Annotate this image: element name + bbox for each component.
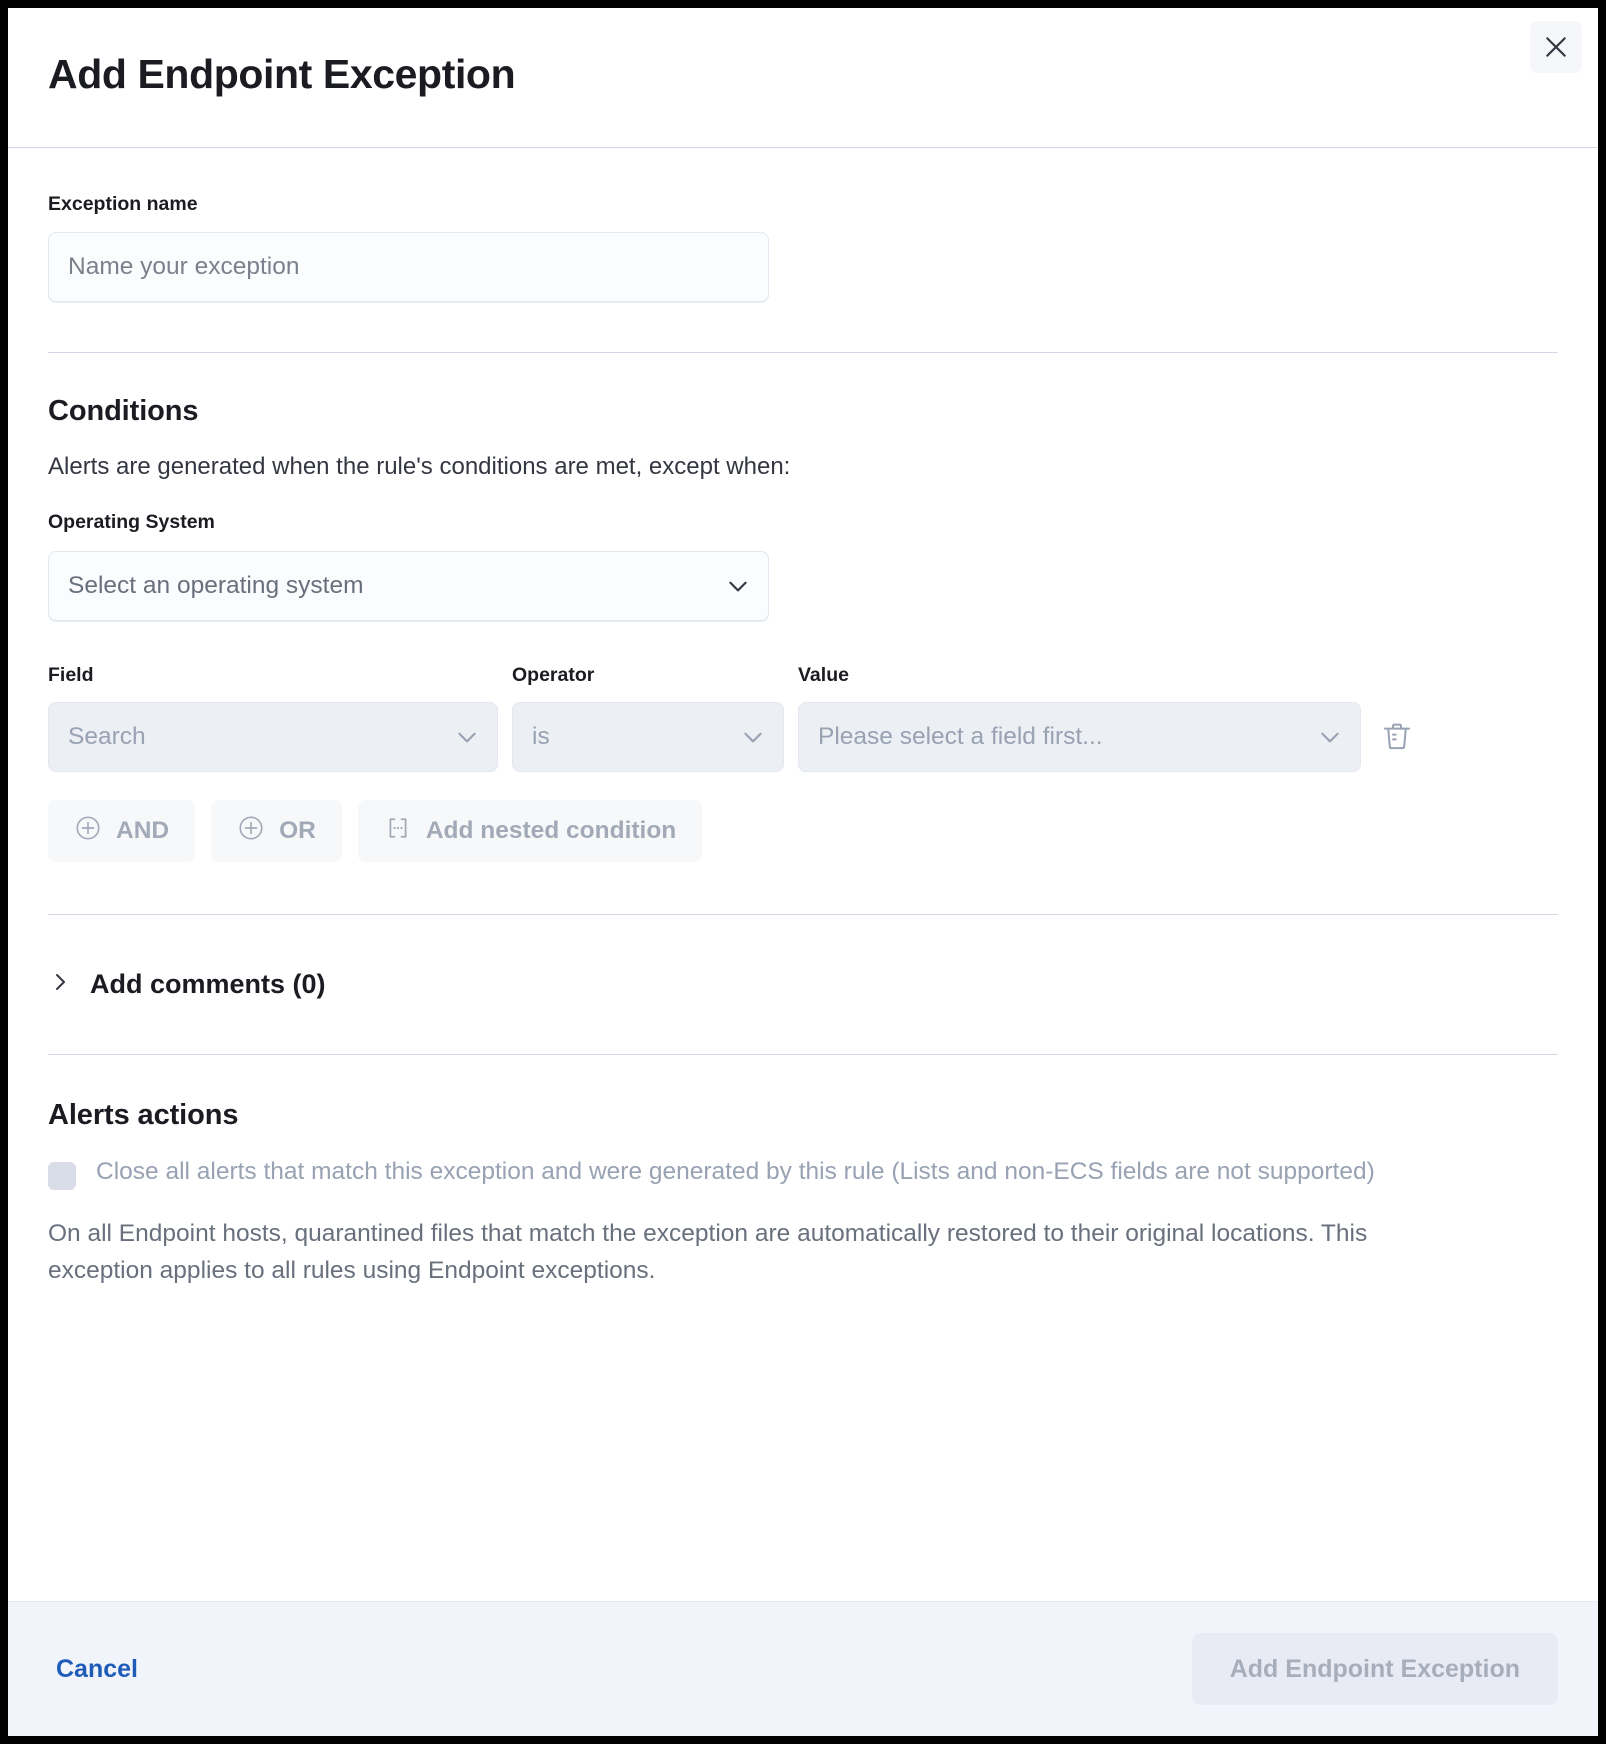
condition-value-cell: Please select a field first...: [798, 702, 1361, 773]
condition-operator-value: is: [532, 723, 550, 751]
page-title: Add Endpoint Exception: [48, 51, 516, 97]
chevron-down-icon: [454, 724, 480, 750]
plus-circle-icon: [237, 814, 265, 849]
logic-buttons-row: AND OR Add nested condition: [48, 800, 1558, 863]
alerts-actions-section: Alerts actions Close all alerts that mat…: [48, 1055, 1558, 1289]
column-label-operator: Operator: [512, 663, 595, 686]
close-alerts-checkbox-label: Close all alerts that match this excepti…: [96, 1158, 1375, 1186]
add-endpoint-exception-button[interactable]: Add Endpoint Exception: [1191, 1633, 1558, 1705]
delete-condition-button[interactable]: [1375, 714, 1419, 761]
operating-system-label: Operating System: [48, 511, 215, 534]
condition-entry-row: Search is Please select a field first...: [48, 702, 1558, 773]
exception-name-group: Exception name: [48, 148, 1558, 303]
plus-circle-icon: [74, 814, 102, 849]
condition-value-text: Please select a field first...: [818, 723, 1103, 751]
add-comments-toggle[interactable]: Add comments (0): [48, 963, 1558, 1006]
condition-delete-cell: [1375, 714, 1455, 761]
exception-name-input[interactable]: [48, 232, 769, 303]
close-button[interactable]: [1530, 21, 1582, 73]
add-or-condition-button[interactable]: OR: [211, 800, 342, 863]
add-and-condition-label: AND: [116, 817, 170, 845]
add-endpoint-exception-flyout: Add Endpoint Exception Exception name Co…: [8, 8, 1598, 1736]
column-label-field: Field: [48, 663, 94, 686]
add-and-condition-button[interactable]: AND: [48, 800, 196, 863]
conditions-heading: Conditions: [48, 395, 199, 428]
conditions-section: Conditions Alerts are generated when the…: [48, 353, 1558, 863]
conditions-helper-text: Alerts are generated when the rule's con…: [48, 453, 791, 481]
flyout-header: Add Endpoint Exception: [8, 8, 1598, 148]
chevron-right-icon: [48, 970, 72, 999]
add-comments-label: Add comments (0): [90, 969, 326, 1000]
close-alerts-checkbox[interactable]: [48, 1162, 76, 1191]
condition-value-select[interactable]: Please select a field first...: [798, 702, 1361, 773]
close-icon: [1543, 34, 1569, 60]
endpoint-restore-description: On all Endpoint hosts, quarantined files…: [48, 1220, 1368, 1284]
condition-field-select[interactable]: Search: [48, 702, 498, 773]
add-nested-condition-button[interactable]: Add nested condition: [357, 800, 703, 863]
condition-operator-cell: is: [512, 702, 784, 773]
flyout-footer: Cancel Add Endpoint Exception: [8, 1601, 1598, 1736]
nested-brackets-icon: [384, 814, 412, 849]
comments-section: Add comments (0): [48, 915, 1558, 1054]
trash-icon: [1381, 720, 1413, 755]
condition-operator-select[interactable]: is: [512, 702, 784, 773]
condition-field-cell: Search: [48, 702, 498, 773]
condition-column-labels: Field Operator Value: [48, 663, 1558, 688]
chevron-down-icon: [740, 724, 766, 750]
chevron-down-icon: [1317, 724, 1343, 750]
alerts-actions-heading: Alerts actions: [48, 1099, 239, 1132]
column-label-value: Value: [798, 663, 849, 686]
flyout-body: Exception name Conditions Alerts are gen…: [8, 148, 1598, 1601]
operating-system-group: Operating System Select an operating sys…: [48, 510, 1558, 621]
operating-system-select[interactable]: Select an operating system: [48, 550, 769, 621]
add-or-condition-label: OR: [279, 817, 316, 845]
add-nested-condition-label: Add nested condition: [425, 817, 677, 845]
chevron-down-icon: [725, 573, 751, 599]
operating-system-selected-value: Select an operating system: [68, 571, 364, 599]
close-alerts-checkbox-row[interactable]: Close all alerts that match this excepti…: [48, 1154, 1558, 1191]
condition-field-value: Search: [68, 723, 146, 751]
exception-name-label: Exception name: [48, 193, 198, 215]
cancel-button[interactable]: Cancel: [48, 1649, 146, 1690]
